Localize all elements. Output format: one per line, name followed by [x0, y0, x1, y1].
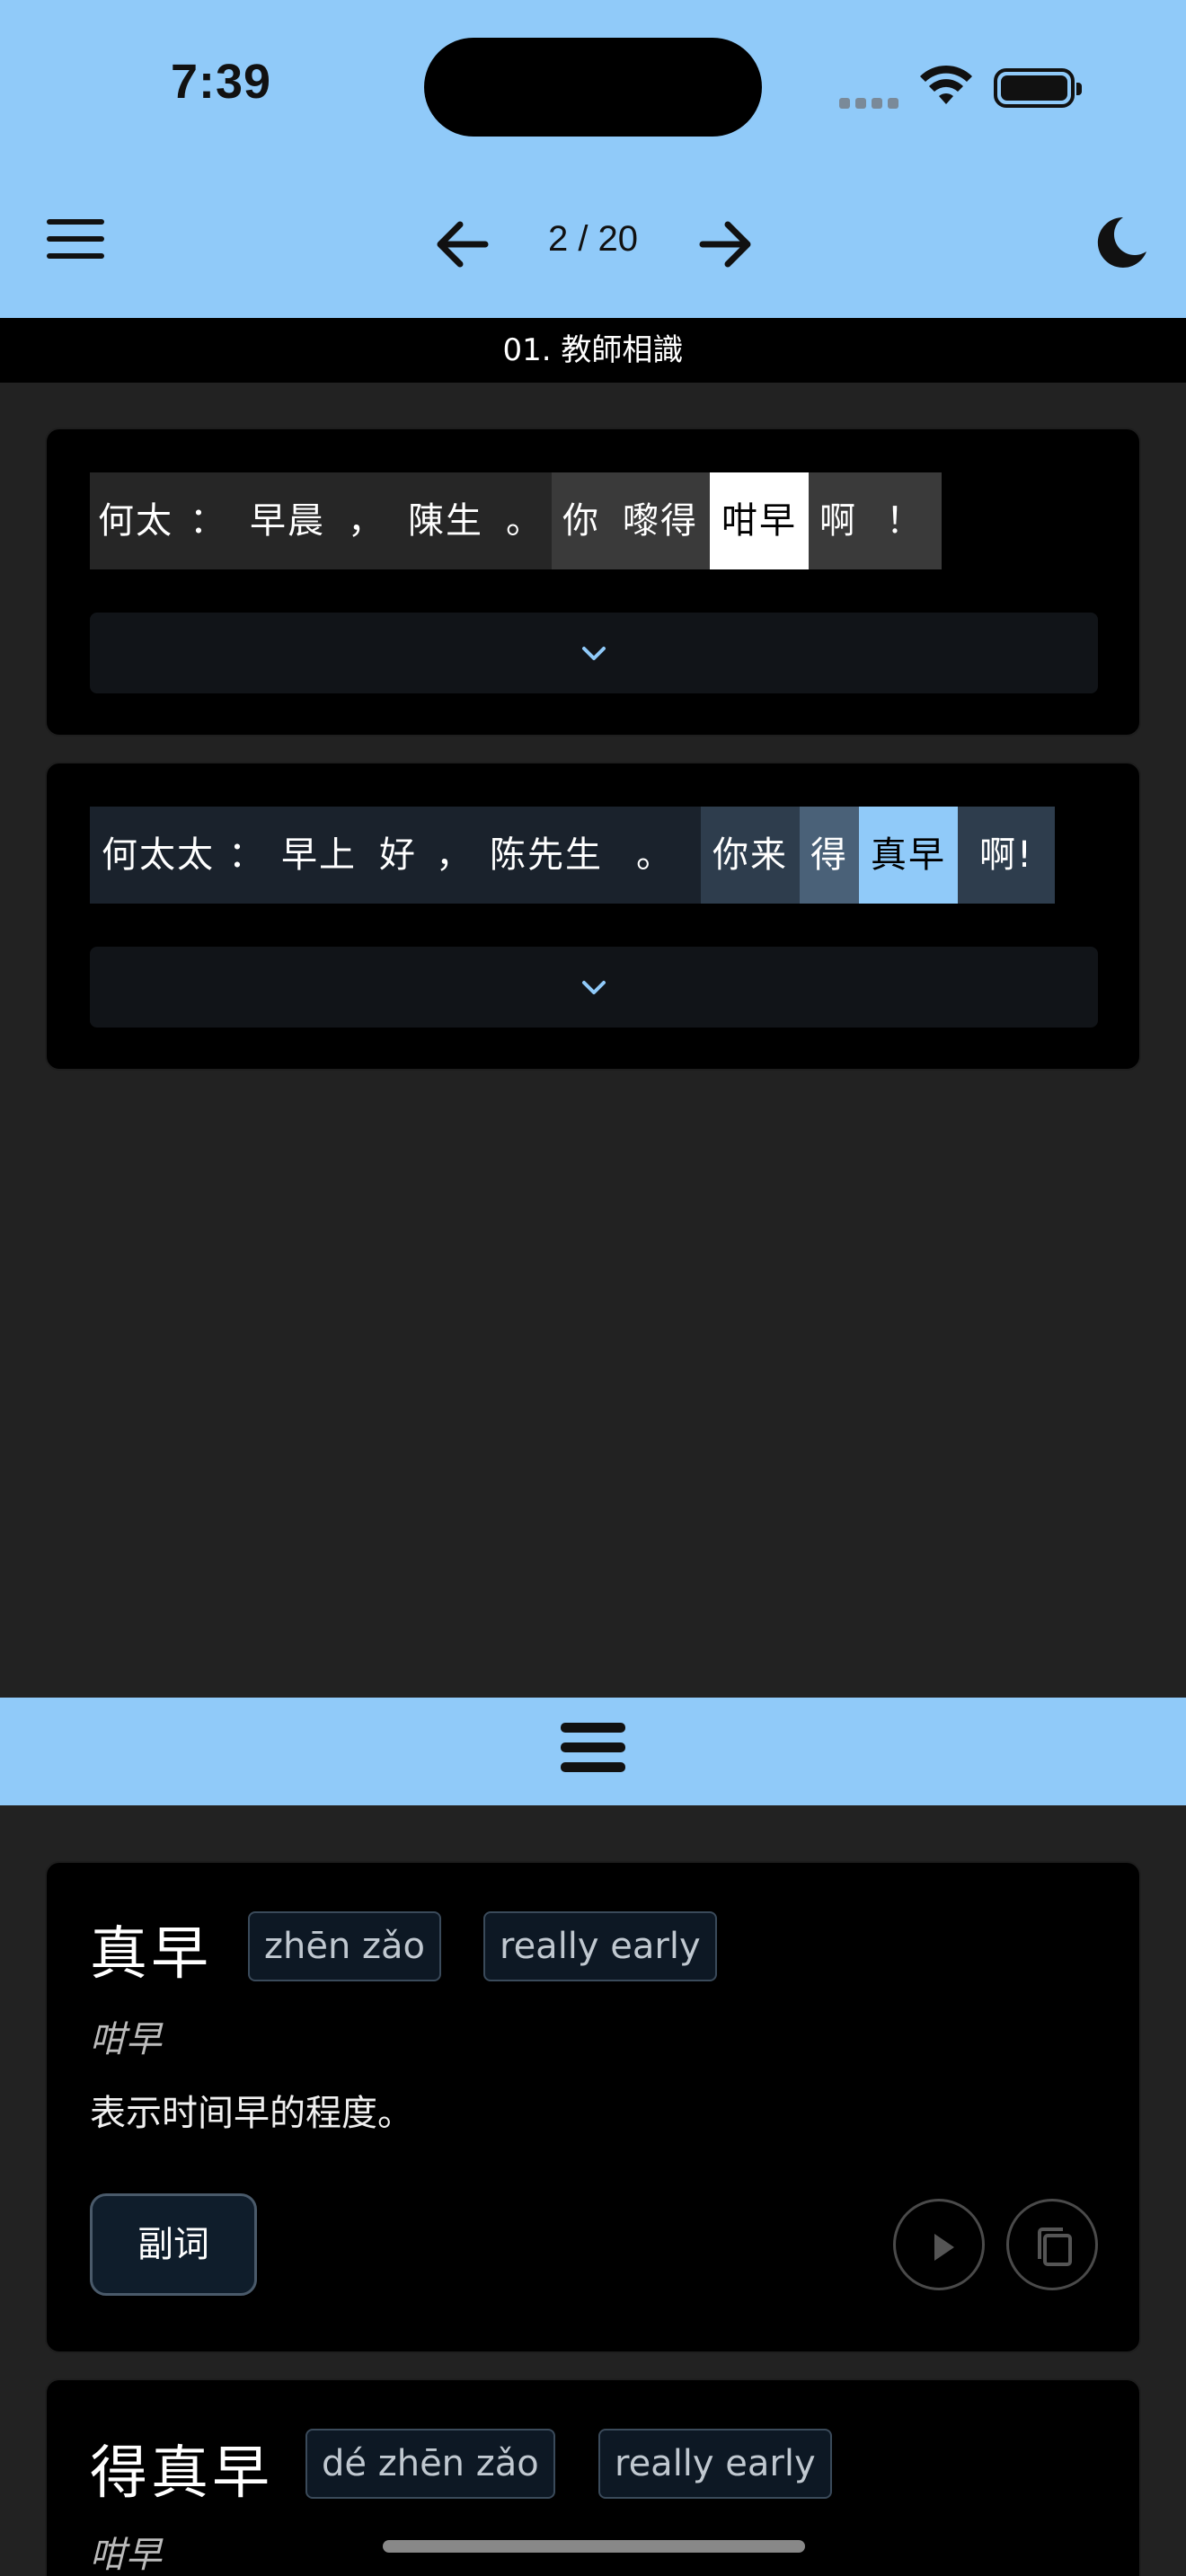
status-time: 7:39 [171, 55, 272, 109]
expand-sentence-button[interactable] [90, 947, 1098, 1028]
arrow-right-icon [699, 221, 751, 268]
sentence-token[interactable]: 好 [370, 807, 426, 904]
sentence-card-mandarin: 何太太：早上好，陈先生。你来得真早 啊! [45, 762, 1141, 1071]
sentence-card-cantonese: 何太：早晨，陳生。你嚟得 咁早啊！ [45, 428, 1141, 737]
cellular-signal-icon [839, 95, 904, 112]
dynamic-island [424, 38, 762, 137]
pinyin-chip: zhēn zǎo [248, 1911, 442, 1981]
home-indicator[interactable] [383, 2540, 805, 2553]
word-card: 真早 zhēn zǎo really early 咁早 表示时间早的程度。 副词 [45, 1861, 1141, 2353]
app-header: 7:39 2 / 20 [0, 0, 1186, 318]
sentence-token[interactable]: 啊 [809, 472, 868, 569]
previous-page-button[interactable] [431, 216, 494, 273]
gloss-chip: really early [598, 2429, 832, 2499]
sentence-token[interactable]: 早上 [268, 807, 370, 904]
word-headword: 得真早 [90, 2440, 273, 2507]
sentence-token[interactable]: 陈先生 [483, 807, 609, 904]
play-icon [934, 2234, 954, 2261]
menu-button[interactable] [47, 219, 104, 269]
copy-icon [1038, 2228, 1072, 2266]
lesson-title: 01. 教師相識 [0, 318, 1186, 383]
sentence-token[interactable]: ， [340, 472, 394, 569]
expand-sentence-button[interactable] [90, 613, 1098, 693]
sentence-token[interactable]: 啊! [958, 807, 1055, 904]
token-row: 何太：早晨，陳生。你嚟得 咁早啊！ [90, 472, 942, 569]
sentence-token[interactable]: 你来 [701, 807, 800, 904]
sentence-token[interactable]: ！ [868, 472, 942, 569]
sentence-token[interactable]: 真早 [859, 807, 958, 904]
sentence-token[interactable]: 。 [498, 472, 552, 569]
wifi-icon [920, 65, 972, 104]
sentence-token[interactable]: 得 [800, 807, 859, 904]
moon-icon [1097, 216, 1146, 268]
play-audio-button[interactable] [893, 2199, 985, 2290]
sentence-token[interactable]: ： [226, 807, 268, 904]
word-definition: 表示时间早的程度。 [90, 2093, 413, 2134]
word-traditional: 咁早 [90, 2535, 162, 2576]
bottom-sheet-handle[interactable] [0, 1698, 1186, 1805]
gloss-chip: really early [483, 1911, 717, 1981]
arrow-left-icon [437, 221, 489, 268]
sentence-token[interactable]: 陳生 [394, 472, 498, 569]
chevron-down-icon [582, 647, 606, 660]
drag-handle-icon [561, 1723, 625, 1780]
part-of-speech-button[interactable]: 副词 [90, 2193, 257, 2296]
chevron-down-icon [582, 981, 606, 994]
sentence-token[interactable]: 你 [552, 472, 611, 569]
sentence-token[interactable]: 早晨 [235, 472, 340, 569]
sentence-token[interactable]: 。 [609, 807, 701, 904]
sentence-token[interactable]: 咁早 [710, 472, 809, 569]
sentence-token[interactable]: 何太 [90, 472, 181, 569]
sentence-token[interactable]: 嚟得 [611, 472, 710, 569]
status-icons [839, 61, 1082, 111]
battery-icon [994, 68, 1082, 108]
word-headword: 真早 [90, 1921, 212, 1988]
copy-button[interactable] [1006, 2199, 1098, 2290]
toolbar: 2 / 20 [0, 199, 1186, 289]
page-counter: 2 / 20 [547, 219, 639, 259]
sentence-token[interactable]: 何太太 [90, 807, 226, 904]
next-page-button[interactable] [694, 216, 757, 273]
sentence-token[interactable]: ， [426, 807, 483, 904]
token-row: 何太太：早上好，陈先生。你来得真早 啊! [90, 807, 1055, 904]
sentence-token[interactable]: ： [181, 472, 235, 569]
theme-toggle-button[interactable] [1093, 212, 1150, 275]
pinyin-chip: dé zhēn zǎo [305, 2429, 555, 2499]
word-traditional: 咁早 [90, 2019, 162, 2060]
